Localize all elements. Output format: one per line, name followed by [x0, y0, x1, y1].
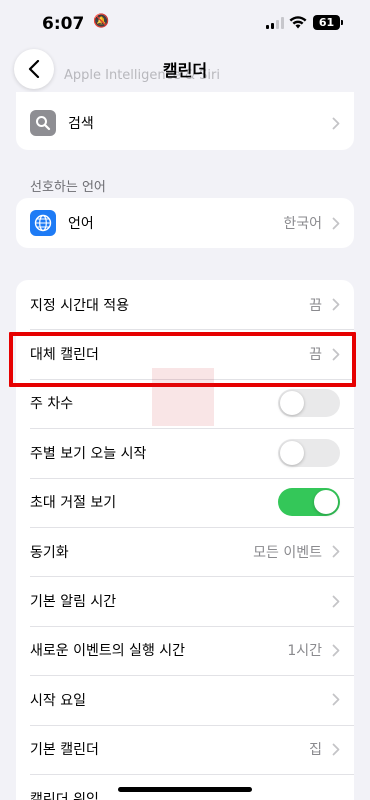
start-week-on-label: 시작 요일	[30, 692, 86, 709]
week-view-today-toggle[interactable]	[278, 438, 340, 467]
default-calendar-value: 집	[309, 742, 322, 759]
battery-icon: 61	[313, 15, 343, 30]
event-duration-row[interactable]: 새로운 이벤트의 실행 시간 1시간	[16, 625, 354, 675]
week-view-today-label: 주별 보기 오늘 시작	[30, 445, 147, 462]
event-duration-label: 새로운 이벤트의 실행 시간	[30, 643, 186, 660]
week-view-today-row: 주별 보기 오늘 시작	[16, 428, 354, 477]
chevron-right-icon	[332, 595, 340, 607]
status-bar: 6:07 🔕 61	[0, 0, 370, 48]
home-indicator	[118, 787, 252, 792]
wifi-icon	[289, 16, 307, 29]
language-value: 한국어	[283, 216, 322, 232]
chevron-right-icon	[332, 743, 340, 756]
sync-value: 모든 이벤트	[253, 544, 322, 561]
navigation-bar: Apple Intelligence & Siri 캘린더	[0, 44, 370, 92]
search-card: 검색	[16, 92, 354, 150]
timezone-override-label: 지정 시간대 적용	[30, 297, 130, 314]
watermark	[152, 368, 214, 426]
section-header-language: 선호하는 언어	[30, 180, 106, 195]
sync-row[interactable]: 동기화 모든 이벤트	[16, 526, 354, 576]
bell-slash-icon: 🔕	[93, 14, 110, 29]
start-week-on-row[interactable]: 시작 요일	[16, 675, 354, 724]
globe-app-icon	[30, 210, 56, 236]
default-alert-times-row[interactable]: 기본 알림 시간	[16, 576, 354, 625]
page-title: 캘린더	[162, 61, 208, 80]
declined-invitations-row: 초대 거절 보기	[16, 477, 354, 527]
default-calendar-label: 기본 캘린더	[30, 742, 99, 759]
timezone-override-value: 끔	[309, 297, 322, 314]
chevron-right-icon	[332, 644, 340, 657]
chevron-right-icon	[332, 298, 340, 311]
globe-icon	[34, 214, 52, 232]
declined-invitations-label: 초대 거절 보기	[30, 495, 117, 512]
status-time: 6:07	[42, 14, 85, 34]
cellular-signal-icon	[266, 17, 284, 29]
week-numbers-toggle[interactable]	[278, 389, 340, 418]
default-calendar-row[interactable]: 기본 캘린더 집	[16, 724, 354, 774]
timezone-override-row[interactable]: 지정 시간대 적용 끔	[16, 280, 354, 329]
language-row[interactable]: 언어 한국어	[16, 198, 354, 248]
search-label: 검색	[68, 116, 94, 132]
declined-invitations-toggle[interactable]	[278, 488, 340, 517]
chevron-right-icon	[332, 693, 340, 706]
chevron-right-icon	[332, 545, 340, 558]
sync-label: 동기화	[30, 544, 69, 561]
event-duration-value: 1시간	[287, 643, 322, 660]
search-app-icon	[30, 110, 56, 136]
magnifier-icon	[36, 116, 51, 131]
language-label: 언어	[68, 216, 94, 232]
chevron-right-icon	[332, 117, 340, 129]
language-card: 언어 한국어	[16, 198, 354, 248]
search-row[interactable]: 검색	[16, 92, 354, 150]
chevron-right-icon	[332, 217, 340, 229]
default-alert-times-label: 기본 알림 시간	[30, 594, 117, 611]
